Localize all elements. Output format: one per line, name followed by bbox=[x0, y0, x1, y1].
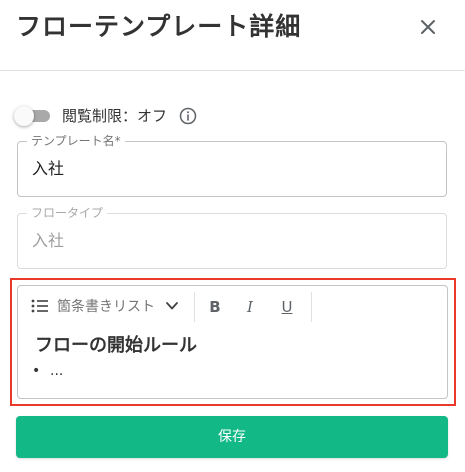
block-format-select[interactable]: 箇条書きリスト bbox=[57, 297, 155, 317]
chevron-down-icon[interactable] bbox=[165, 299, 179, 313]
rich-text-editor[interactable]: 箇条書きリスト B I U フローの開始ルール • ... bbox=[17, 285, 448, 399]
close-icon[interactable] bbox=[414, 13, 442, 41]
toggle-thumb bbox=[14, 106, 34, 126]
flow-type-field: フロータイプ 入社 bbox=[17, 206, 447, 269]
editor-heading: フローの開始ルール bbox=[35, 335, 197, 356]
bullet-dot: • bbox=[32, 363, 41, 379]
template-name-field[interactable]: テンプレート名* bbox=[17, 134, 447, 197]
italic-button[interactable]: I bbox=[242, 297, 258, 317]
underline-button[interactable]: U bbox=[279, 297, 295, 317]
toolbar-divider bbox=[311, 292, 312, 322]
access-restriction-row: 閲覧制限：オフ bbox=[14, 104, 197, 128]
save-button[interactable]: 保存 bbox=[16, 416, 448, 458]
toolbar-divider bbox=[194, 292, 195, 322]
bold-button[interactable]: B bbox=[207, 297, 223, 317]
panel-header: フローテンプレート詳細 bbox=[0, 0, 465, 71]
access-restriction-label: 閲覧制限：オフ bbox=[62, 107, 168, 125]
template-name-label: テンプレート名* bbox=[27, 134, 125, 148]
page-title: フローテンプレート詳細 bbox=[16, 12, 302, 41]
flow-type-label: フロータイプ bbox=[27, 206, 108, 220]
flow-template-detail-panel: フローテンプレート詳細 閲覧制限：オフ テンプレート名* フロータイプ 入社 bbox=[0, 0, 465, 472]
bulleted-list-icon[interactable] bbox=[31, 298, 49, 314]
editor-toolbar: 箇条書きリスト B I U bbox=[18, 286, 447, 328]
access-restriction-toggle[interactable] bbox=[14, 105, 52, 127]
info-icon[interactable] bbox=[179, 107, 197, 125]
editor-bullet-item: • ... bbox=[32, 362, 63, 380]
template-name-input[interactable] bbox=[32, 159, 432, 179]
flow-type-value: 入社 bbox=[32, 231, 65, 250]
bullet-text: ... bbox=[50, 363, 64, 379]
